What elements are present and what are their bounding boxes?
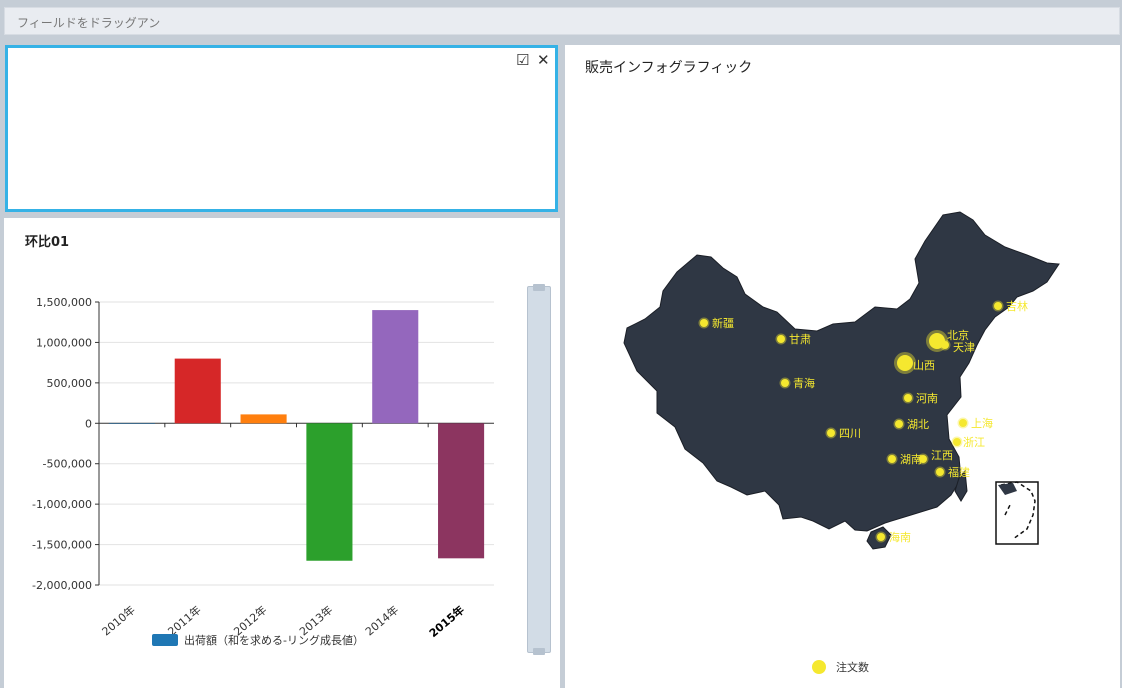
map-marker-label: 浙江 — [963, 436, 985, 449]
bar[interactable] — [240, 414, 287, 424]
map-marker-label: 北京 — [947, 328, 969, 342]
map-marker-label: 甘肃 — [789, 333, 811, 346]
field-drop-placeholder: フィールドをドラッグアン — [17, 16, 161, 30]
x-tick-label: 2013年 — [296, 603, 335, 639]
y-tick-label: 1,000,000 — [36, 336, 92, 349]
map-marker-label: 山西 — [913, 359, 935, 372]
china-map-shape — [623, 211, 1060, 532]
map-marker[interactable] — [957, 417, 969, 429]
map-marker[interactable] — [698, 317, 710, 329]
china-map: 新疆甘肃青海北京天津山西吉林河南上海四川湖北浙江湖南 江西福建海南 注文数 — [623, 211, 1060, 674]
bar-chart-panel: 环比01 1,500,000 1,000,000 500,000 0 -500,000-… — [4, 218, 560, 688]
bar[interactable] — [438, 423, 485, 559]
map-marker-label: 青海 — [793, 376, 815, 390]
map-legend-label: 注文数 — [836, 660, 869, 674]
slider-bottom-handle[interactable] — [533, 648, 545, 655]
map-marker[interactable] — [875, 531, 887, 543]
filter-panel[interactable]: ☑ ✕ — [5, 45, 558, 212]
map-marker[interactable] — [779, 377, 791, 389]
map-marker[interactable] — [934, 466, 946, 478]
y-tick-label: -1,500,000 — [32, 539, 92, 552]
map-marker-label: 吉林 — [1006, 299, 1028, 313]
x-tick-label: 2011年 — [165, 603, 204, 639]
y-tick-label: 1,500,000 — [36, 296, 92, 309]
bar-chart: 1,500,000 1,000,000 500,000 0 -500,000 -1,000… — [32, 296, 494, 647]
chart-zoom-slider[interactable] — [527, 284, 551, 655]
map-marker-label: 河南 — [916, 392, 938, 405]
y-tick-label: 0 — [85, 417, 92, 430]
legend-label[interactable]: 出荷額（和を求める-リング成長値） — [184, 633, 364, 647]
x-tick-label: 2010年 — [99, 603, 138, 639]
map-marker[interactable] — [775, 333, 787, 345]
bar[interactable] — [174, 358, 221, 424]
y-tick-label: -500,000 — [43, 458, 92, 471]
map-marker-label: 天津 — [953, 341, 975, 354]
map-marker[interactable] — [825, 427, 837, 439]
close-icon[interactable]: ✕ — [537, 53, 550, 68]
map-legend[interactable]: 注文数 — [812, 660, 869, 674]
y-tick-label: 500,000 — [47, 377, 93, 390]
map-marker[interactable] — [992, 300, 1004, 312]
x-tick-label: 2015年 — [426, 603, 467, 640]
map-marker-label: 福建 — [948, 465, 970, 479]
field-drop-bar[interactable]: フィールドをドラッグアン — [4, 7, 1120, 35]
x-tick-label: 2012年 — [231, 603, 270, 639]
map-marker-label: 海南 — [889, 530, 911, 544]
map-legend-marker — [812, 660, 826, 674]
map-marker[interactable] — [886, 453, 898, 465]
y-tick-label: -1,000,000 — [32, 498, 92, 511]
map-marker[interactable] — [951, 436, 963, 448]
map-marker[interactable] — [893, 418, 905, 430]
slider-top-handle[interactable] — [533, 284, 545, 291]
y-tick-label: -2,000,000 — [32, 579, 92, 592]
map-marker[interactable] — [939, 339, 951, 351]
south-china-sea-inset — [995, 481, 1039, 545]
checkbox-icon[interactable]: ☑ — [516, 53, 529, 68]
map-marker[interactable] — [902, 392, 914, 404]
map-panel: 販売インフォグラフィック 新疆 甘肃 青海 北京 天津 山西 吉林 河南 上海 四川 湖北 浙江 湖南江… — [565, 45, 1120, 688]
map-marker-label: 湖北 — [907, 418, 929, 431]
legend-swatch[interactable] — [152, 634, 178, 646]
map-marker-label: 四川 — [839, 427, 861, 440]
bar[interactable] — [306, 423, 353, 561]
map-marker[interactable] — [894, 352, 916, 374]
bar[interactable] — [372, 310, 419, 424]
x-tick-label: 2014年 — [362, 603, 401, 639]
map-marker-label: 江西 — [931, 449, 953, 462]
bar[interactable] — [108, 423, 155, 424]
map-marker[interactable] — [917, 453, 929, 465]
map-marker-label: 新疆 — [712, 316, 734, 330]
map-marker-label: 上海 — [971, 416, 993, 430]
